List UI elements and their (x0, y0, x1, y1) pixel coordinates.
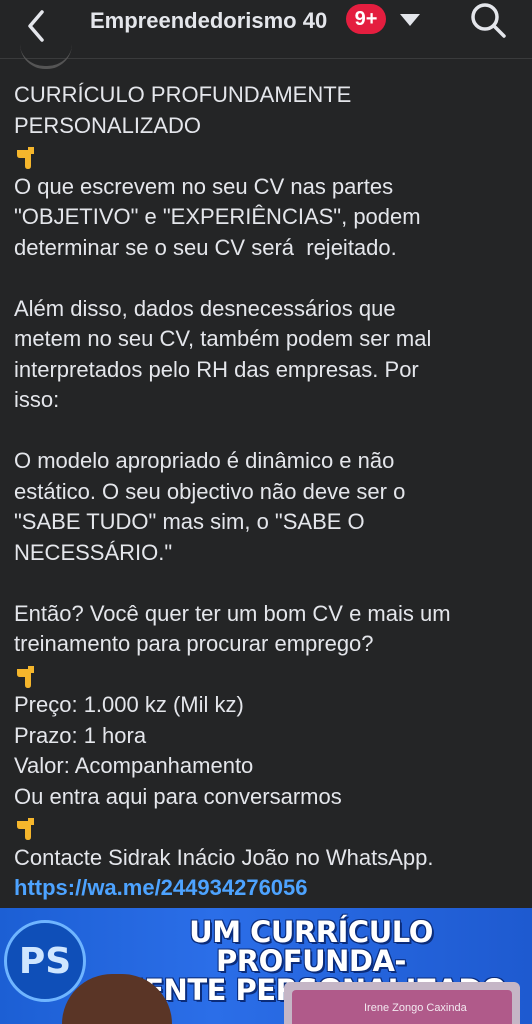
search-icon[interactable] (468, 0, 508, 40)
post-line: Além disso, dados desnecessários que (14, 295, 396, 321)
pointing-down-emoji-icon (14, 660, 520, 691)
post-line: treinamento para procurar emprego? (14, 631, 374, 656)
avatar (20, 44, 72, 69)
post-image-banner[interactable]: PS UM CURRÍCULO PROFUNDA- MENTE PERSONAL… (0, 908, 532, 1024)
post-line: Prazo: 1 hora (14, 722, 147, 748)
post-line: O que escrevem no seu CV nas partes (14, 173, 394, 199)
post-line: NECESSÁRIO." (14, 539, 173, 565)
post-line: CURRÍCULO PROFUNDAMENTE (14, 82, 352, 107)
post-text: CURRÍCULO PROFUNDAMENTE PERSONALIZADO O … (14, 80, 520, 904)
post-line: O modelo apropriado é dinâmico e não (14, 448, 395, 473)
dropdown-caret-icon[interactable] (398, 10, 422, 30)
whatsapp-link[interactable]: https://wa.me/244934276056 (14, 875, 308, 900)
post-line: metem no seu CV, também podem ser mal (14, 326, 432, 351)
post-line: "OBJETIVO" e "EXPERIÊNCIAS", podem (14, 204, 421, 229)
pointing-down-emoji-icon (14, 812, 520, 843)
post-line: estático. O seu objectivo não deve ser o (14, 478, 406, 504)
post-line: Então? Você quer ter um bom CV e mais um (14, 600, 451, 626)
back-arrow-icon[interactable] (16, 6, 56, 46)
post-line: Preço: 1.000 kz (Mil kz) (14, 692, 244, 717)
post-line: determinar se o seu CV será rejeitado. (14, 234, 397, 260)
notification-badge: 9+ (346, 4, 386, 34)
post-line: Valor: Acompanhamento (14, 753, 254, 778)
cv-card-name: Irene Zongo Caxinda (364, 1002, 467, 1014)
group-title[interactable]: Empreendedorismo 40 (90, 8, 327, 34)
post-line: interpretados pelo RH das empresas. Por (14, 356, 419, 382)
post-line: PERSONALIZADO (14, 112, 202, 138)
post-line: isso: (14, 387, 60, 412)
top-bar: Empreendedorismo 40 9+ (0, 0, 532, 69)
cv-card-preview: Irene Zongo Caxinda (284, 982, 520, 1024)
pointing-down-emoji-icon (14, 141, 520, 172)
post-line: Contacte Sidrak Inácio João no WhatsApp. (14, 844, 434, 870)
post-line: "SABE TUDO" mas sim, o "SABE O (14, 509, 365, 534)
post-line: Ou entra aqui para conversarmos (14, 783, 342, 809)
ps-logo: PS (4, 920, 86, 1002)
banner-title-line1: UM CURRÍCULO PROFUNDA- (189, 915, 433, 978)
